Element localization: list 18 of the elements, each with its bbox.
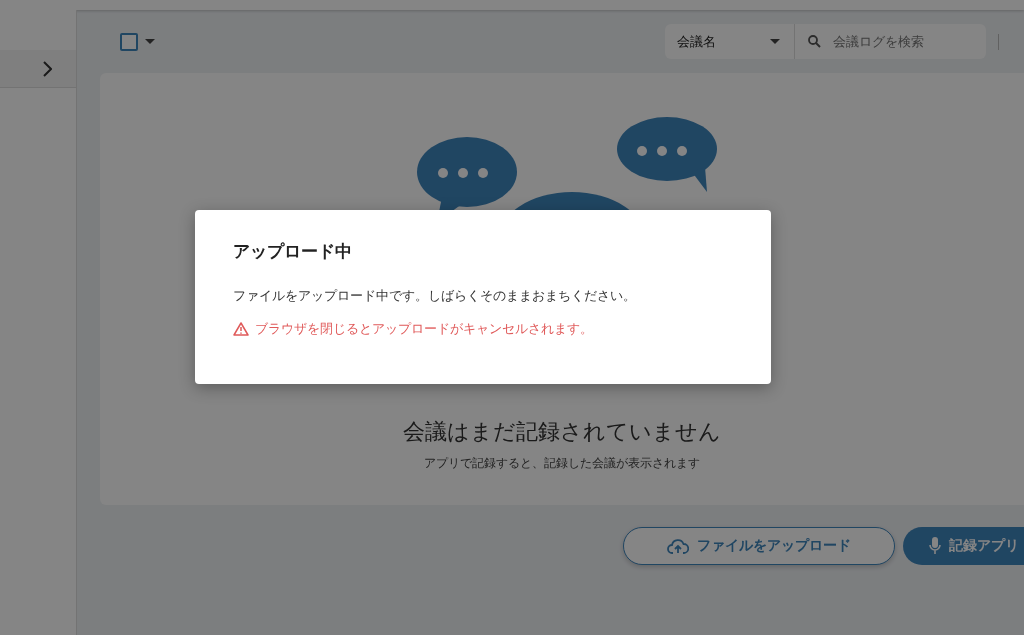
caret-down-icon[interactable] [145,39,155,44]
microphone-icon [929,537,941,555]
dialog-message: ファイルをアップロード中です。しばらくそのままおまちください。 [233,287,637,305]
record-app-button[interactable]: 記録アプリ [903,527,1024,565]
dialog-title: アップロード中 [233,240,353,263]
cloud-upload-icon [667,538,689,554]
warning-message: ブラウザを閉じるとアップロードがキャンセルされます。 [255,320,593,338]
filter-dropdown[interactable]: 会議名 [665,24,795,59]
search-icon [808,35,821,48]
chevron-right-icon [42,60,52,77]
search-input[interactable]: 会議ログを検索 [831,33,985,50]
warning-icon [233,322,249,336]
empty-state-title: 会議はまだ記録されていません [403,418,721,446]
search-field[interactable]: 会議ログを検索 [795,24,986,59]
caret-down-icon [770,39,780,44]
checkbox[interactable] [120,32,138,51]
empty-state-message: アプリで記録すると、記録した会議が表示されます [424,455,700,472]
upload-file-button[interactable]: ファイルをアップロード [623,527,895,565]
